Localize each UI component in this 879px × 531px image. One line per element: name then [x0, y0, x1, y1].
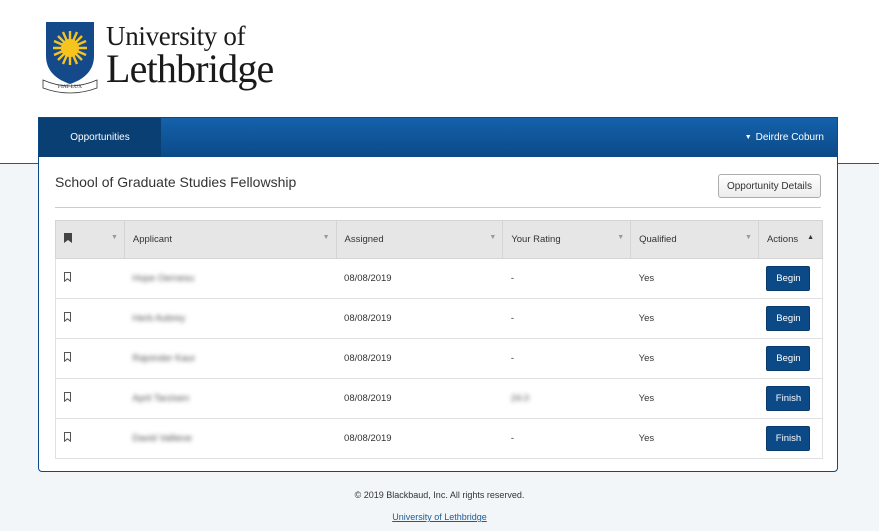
column-header-assigned[interactable]: Assigned ▼	[335, 220, 504, 259]
university-logo[interactable]: FIAT LUX University of Lethbridge	[40, 18, 280, 94]
applicants-table: ▼ Applicant ▼ Assigned ▼ Your Rating ▼ Qual…	[55, 220, 824, 459]
crest-motto: FIAT LUX	[58, 84, 82, 90]
assigned-date: 08/08/2019	[344, 393, 392, 404]
assigned-date: 08/08/2019	[344, 313, 392, 324]
applicant-name[interactable]: Rajvinder Kaur	[132, 353, 195, 364]
table-header-row: ▼ Applicant ▼ Assigned ▼ Your Rating ▼ Qual…	[55, 220, 824, 259]
bookmark-filled-icon	[64, 233, 72, 243]
opportunity-card: Opportunities ▼ Deirdre Coburn School of…	[38, 117, 838, 472]
begin-button[interactable]: Begin	[766, 346, 811, 371]
sort-icon: ▼	[322, 234, 330, 241]
header-label: Qualified	[639, 234, 677, 245]
applicant-name[interactable]: Hope Oernesu	[132, 273, 194, 284]
table-row: Rajvinder Kaur 08/08/2019 - Yes Begin	[55, 338, 824, 379]
logo-wordmark: University of Lethbridge	[106, 22, 274, 91]
begin-button[interactable]: Begin	[766, 266, 811, 291]
assigned-date: 08/08/2019	[344, 433, 392, 444]
applicant-name[interactable]: Herb Aubrey	[132, 313, 185, 324]
qualified-value: Yes	[638, 353, 655, 364]
bookmark-icon[interactable]	[64, 312, 71, 322]
column-header-applicant[interactable]: Applicant ▼	[123, 220, 337, 259]
begin-button[interactable]: Begin	[766, 306, 811, 331]
sort-icon: ▼	[489, 234, 497, 241]
table-row: David Vallieve 08/08/2019 - Yes Finish	[55, 418, 824, 459]
rating-value: -	[510, 273, 514, 284]
bookmark-icon[interactable]	[64, 392, 71, 402]
sort-icon: ▼	[745, 234, 752, 241]
page-footer: © 2019 Blackbaud, Inc. All rights reserv…	[0, 490, 879, 522]
applicant-name[interactable]: April Tarzisen	[132, 393, 189, 404]
table-row: Hope Oernesu 08/08/2019 - Yes Begin	[55, 258, 824, 299]
finish-button[interactable]: Finish	[766, 386, 811, 411]
header-label: Actions	[766, 234, 799, 245]
copyright-text: © 2019 Blackbaud, Inc. All rights reserv…	[354, 490, 525, 500]
column-header-bookmark[interactable]: ▼	[55, 220, 125, 259]
bookmark-icon[interactable]	[64, 352, 71, 362]
finish-button[interactable]: Finish	[766, 426, 811, 451]
rating-value: -	[510, 433, 514, 444]
assigned-date: 08/08/2019	[344, 273, 392, 284]
qualified-value: Yes	[638, 433, 655, 444]
qualified-value: Yes	[638, 273, 655, 284]
title-row: School of Graduate Studies Fellowship Op…	[55, 157, 821, 208]
column-header-qualified[interactable]: Qualified ▼	[630, 220, 759, 259]
qualified-value: Yes	[638, 313, 655, 324]
applicant-name[interactable]: David Vallieve	[132, 433, 192, 444]
user-name: Deirdre Coburn	[755, 132, 824, 143]
table-row: April Tarzisen 08/08/2019 24.0 Yes Finis…	[55, 378, 824, 419]
user-menu[interactable]: ▼ Deirdre Coburn	[745, 118, 824, 157]
page-title: School of Graduate Studies Fellowship	[55, 174, 297, 190]
header-label: Assigned	[344, 234, 384, 245]
header-label: Your Rating	[511, 234, 561, 245]
column-header-actions[interactable]: Actions ▲	[757, 220, 824, 259]
caret-down-icon: ▼	[744, 134, 752, 141]
opportunity-details-button[interactable]: Opportunity Details	[717, 174, 821, 198]
logo-line2: Lethbridge	[106, 46, 274, 91]
bookmark-icon[interactable]	[64, 272, 71, 282]
qualified-value: Yes	[638, 393, 655, 404]
rating-value: 24.0	[510, 393, 530, 404]
rating-value: -	[510, 353, 514, 364]
header-label: Applicant	[132, 234, 172, 245]
sort-up-icon: ▲	[807, 234, 814, 241]
assigned-date: 08/08/2019	[344, 353, 392, 364]
table-row: Herb Aubrey 08/08/2019 - Yes Begin	[55, 298, 824, 339]
top-navbar: Opportunities ▼ Deirdre Coburn	[39, 118, 837, 157]
sort-icon: ▼	[110, 234, 118, 241]
bookmark-icon[interactable]	[64, 432, 71, 442]
column-header-rating[interactable]: Your Rating ▼	[502, 220, 632, 259]
university-link[interactable]: University of Lethbridge	[0, 512, 879, 522]
crest-icon: FIAT LUX	[42, 22, 98, 94]
rating-value: -	[510, 313, 514, 324]
tab-opportunities[interactable]: Opportunities	[39, 118, 161, 157]
page-header: FIAT LUX University of Lethbridge	[0, 0, 879, 117]
sort-icon: ▼	[617, 234, 625, 241]
